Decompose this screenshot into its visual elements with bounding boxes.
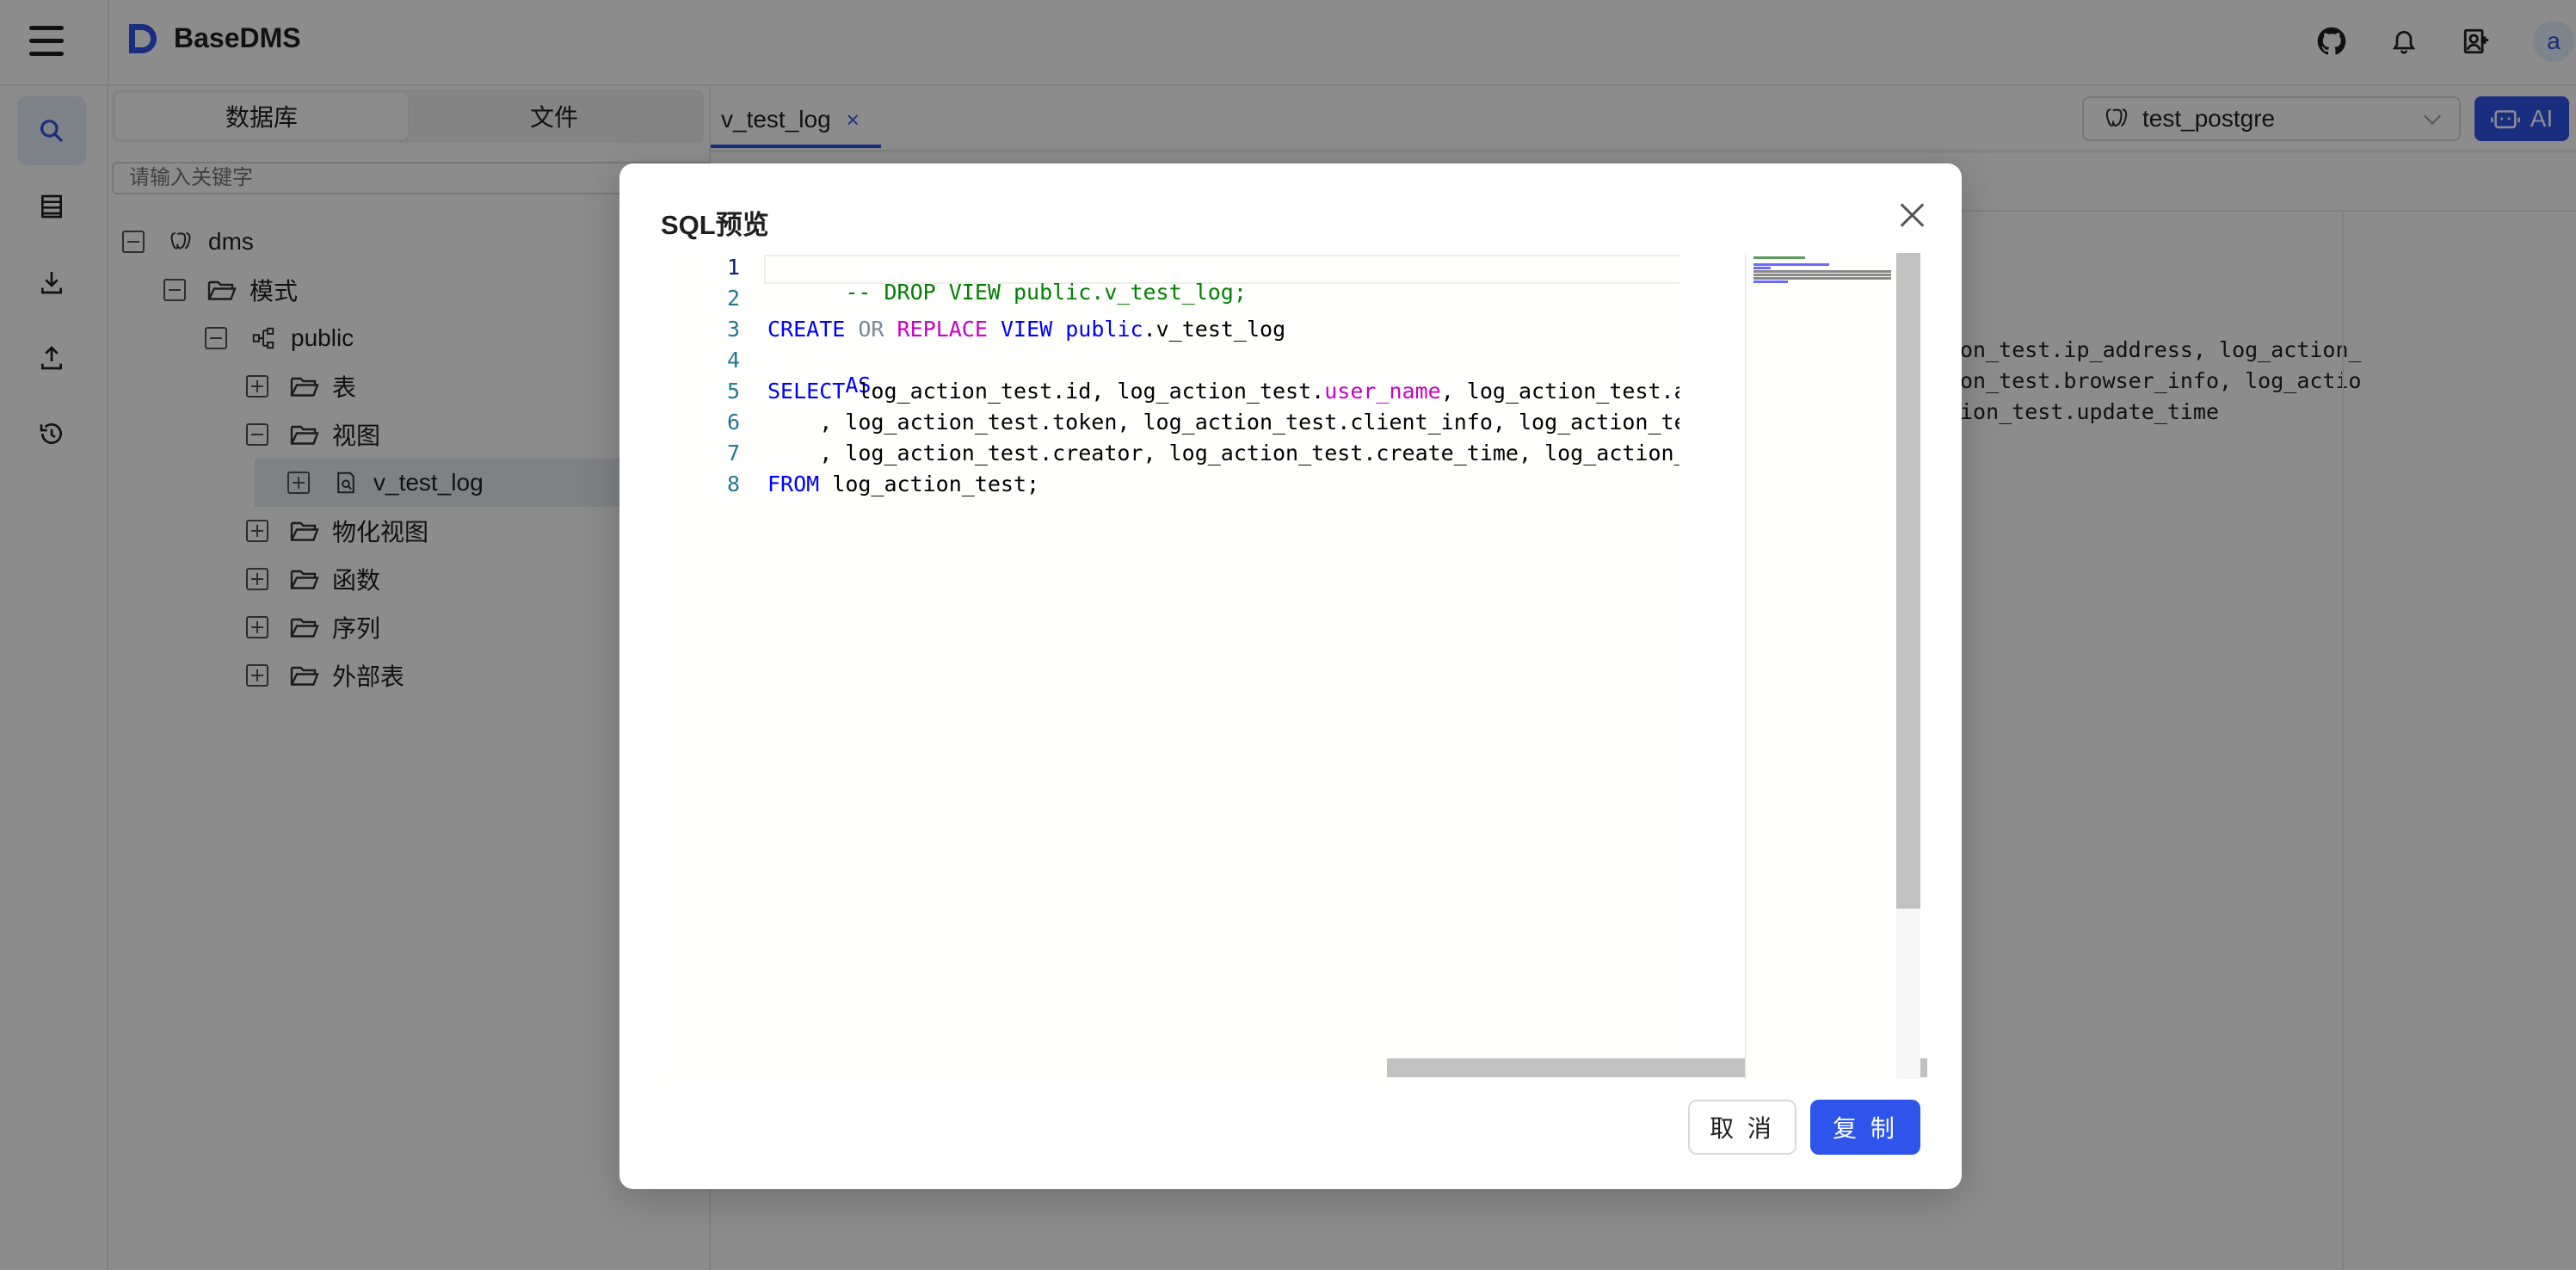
minimap-line (1753, 270, 1891, 273)
sql-comment: -- DROP VIEW public.v_test_log; (845, 280, 1247, 305)
code-minimap[interactable] (1745, 253, 1896, 1079)
minimap-line (1753, 274, 1891, 276)
sql-keyword: SELECT (767, 379, 846, 404)
copy-button[interactable]: 复 制 (1810, 1100, 1920, 1155)
line-number: 6 (726, 410, 740, 435)
minimap-line (1753, 277, 1891, 280)
code-line-3: CREATE OR REPLACE VIEW public.v_test_log (767, 317, 1285, 342)
minimap-line (1753, 267, 1771, 269)
line-number: 2 (726, 286, 740, 311)
sql-identifier: public (1065, 317, 1143, 342)
code-line-6: , log_action_test.token, log_action_test… (819, 410, 1679, 435)
sql-identifier: .v_test_log (1143, 317, 1286, 342)
line-number: 5 (726, 379, 740, 404)
sql-text: , log_action_test.action_ti (1440, 379, 1679, 404)
sql-keyword: CREATE (767, 317, 846, 342)
vertical-scrollbar-thumb[interactable] (1896, 253, 1920, 909)
line-number: 8 (726, 472, 740, 496)
sql-keyword: REPLACE (897, 317, 988, 342)
code-line-7: , log_action_test.creator, log_action_te… (819, 441, 1679, 465)
code-line-5: SELECT log_action_test.id, log_action_te… (767, 379, 1679, 404)
line-number: 4 (726, 348, 740, 373)
minimap-line (1753, 256, 1805, 259)
sql-text: log_action_test; (819, 472, 1040, 496)
sql-identifier: user_name (1324, 379, 1441, 404)
cancel-button[interactable]: 取 消 (1688, 1100, 1796, 1155)
sql-preview-modal: SQL预览 1 2 3 4 5 6 7 8 -- DROP VIEW publi… (619, 163, 1962, 1189)
minimap-line (1753, 263, 1829, 266)
line-number: 1 (726, 255, 740, 280)
line-number: 3 (726, 317, 740, 342)
sql-keyword: OR (858, 317, 884, 342)
sql-code-editor[interactable]: 1 2 3 4 5 6 7 8 -- DROP VIEW public.v_te… (661, 253, 1679, 1079)
line-number: 7 (726, 441, 740, 465)
close-icon[interactable] (1895, 198, 1929, 232)
modal-title: SQL预览 (661, 210, 769, 240)
code-line-8: FROM log_action_test; (767, 472, 1039, 496)
minimap-line (1753, 281, 1788, 283)
sql-keyword: FROM (767, 472, 820, 496)
sql-text: log_action_test.id, log_action_test. (845, 379, 1325, 404)
sql-keyword: VIEW (1000, 317, 1053, 342)
